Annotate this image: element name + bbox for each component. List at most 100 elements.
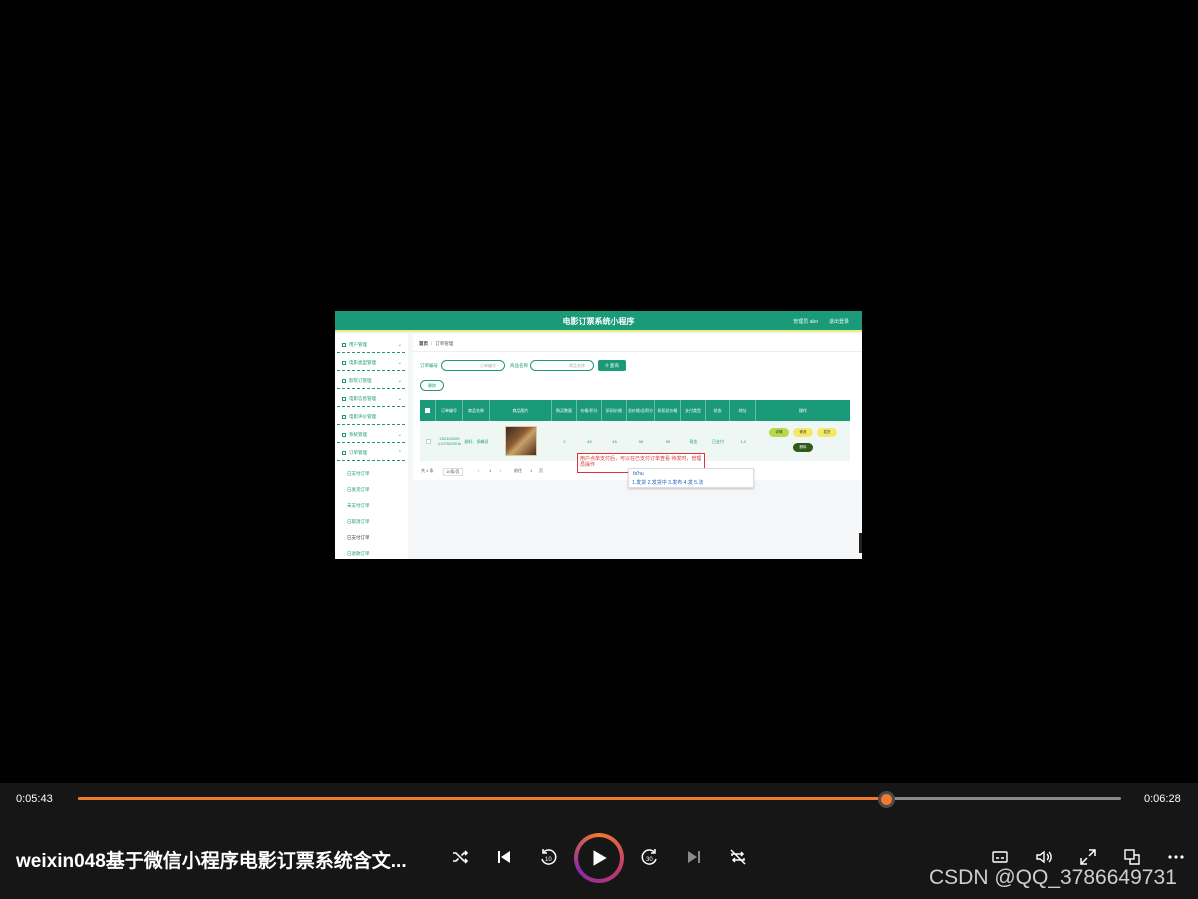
detail-button[interactable]: 详情 <box>769 428 789 437</box>
seek-bar[interactable] <box>78 797 1121 800</box>
product-name-label: 商品名称 <box>510 363 528 368</box>
search-button-label: 查询 <box>609 363 619 368</box>
movie-poster-image <box>505 426 537 456</box>
sidebar-item-label: 用户管理 <box>349 342 367 347</box>
cell-product-image <box>490 421 552 461</box>
cell-product-name: 剧好、多峰员 <box>464 438 489 444</box>
sidebar-subitem[interactable]: 已支付订单 <box>347 471 370 477</box>
cell-quantity: 2 <box>563 438 566 444</box>
delete-button[interactable]: 删除 <box>420 380 444 391</box>
sidebar-item-reviews[interactable]: 电影评价管理 <box>337 409 405 425</box>
breadcrumb-current: 订单管理 <box>435 341 454 346</box>
scrollbar-handle[interactable] <box>859 533 862 553</box>
page-size-select[interactable]: 10条/页 <box>443 468 463 476</box>
goto-page-input[interactable]: 1 <box>530 468 532 473</box>
sidebar-subitem[interactable]: 已发货订单 <box>347 487 370 493</box>
sidebar-item-cinemas[interactable]: 影院订管理 ⌄ <box>337 373 405 389</box>
sidebar-item-movies[interactable]: 电影信息管理 ⌄ <box>337 391 405 407</box>
column-header: 购买数量 <box>552 400 577 421</box>
video-frame: 电影订票系统小程序 管理员 abo 退出登录 用户管理 ⌄ 电影类型管理 ⌄ 影院订… <box>335 311 862 559</box>
user-info: 管理员 abo <box>793 319 818 325</box>
watermark: CSDN @QQ_3786649731 <box>929 866 1177 889</box>
play-icon <box>593 850 607 866</box>
menu-icon <box>342 415 346 419</box>
forward-30-label: 30 <box>646 857 653 863</box>
sidebar-subitem[interactable]: 已取消订单 <box>347 519 370 525</box>
video-title: weixin048基于微信小程序电影订票系统含文... <box>16 851 407 872</box>
sidebar-item-label: 影院订管理 <box>349 378 372 383</box>
sidebar-subitem[interactable]: 已退款订单 <box>347 551 370 557</box>
menu-icon <box>342 343 346 347</box>
prev-page-icon[interactable]: ‹ <box>478 468 479 473</box>
ship-button[interactable]: 发货 <box>817 428 837 437</box>
search-button[interactable]: ⚲ 查询 <box>598 360 626 371</box>
ime-candidate[interactable]: 4.发 <box>684 480 693 486</box>
breadcrumb-separator: / <box>431 341 433 346</box>
sidebar-item-system[interactable]: 系统管理 ⌄ <box>337 427 405 443</box>
previous-icon[interactable] <box>492 845 516 869</box>
sidebar: 用户管理 ⌄ 电影类型管理 ⌄ 影院订管理 ⌄ 电影信息管理 ⌄ 电影评价管理 系统管理… <box>335 334 408 559</box>
column-header: 操作 <box>799 408 807 413</box>
cell-order-no: 2021/02/09 1:07/02/09 fs <box>437 436 462 446</box>
app-header: 电影订票系统小程序 管理员 abo 退出登录 <box>335 311 862 332</box>
app-title: 电影订票系统小程序 <box>562 317 635 326</box>
select-all-checkbox[interactable] <box>420 400 436 421</box>
breadcrumb-home[interactable]: 首页 <box>419 341 428 346</box>
cell-status: 已支付 <box>712 438 724 444</box>
ime-pinyin: fa'hu <box>633 471 644 477</box>
sidebar-item-label: 电影信息管理 <box>349 396 376 401</box>
ime-candidates[interactable]: 1.发货 2.发货中 3.发布 4.发 5.法 <box>632 479 703 486</box>
order-no-label: 订单编号 <box>420 363 438 368</box>
sidebar-subitem-active[interactable]: 已支付订单 <box>347 535 370 541</box>
next-icon[interactable] <box>682 845 706 869</box>
ime-candidate[interactable]: 1.发货 <box>632 480 646 486</box>
sidebar-item-label: 订单管理 <box>349 450 367 455</box>
sidebar-item-label: 电影类型管理 <box>349 360 376 365</box>
forward-30-icon[interactable]: 30 <box>638 845 662 869</box>
column-header: 商品名称 <box>463 400 490 421</box>
sidebar-item-users[interactable]: 用户管理 ⌄ <box>337 337 405 353</box>
menu-icon <box>342 397 346 401</box>
sidebar-item-orders[interactable]: 订单管理 ⌃ <box>337 445 405 461</box>
column-header: 状态 <box>706 400 730 421</box>
chevron-down-icon: ⌄ <box>397 432 402 438</box>
column-header: 总价格/总积分 <box>627 400 655 421</box>
menu-icon <box>342 433 346 437</box>
elapsed-time: 0:05:43 <box>16 793 53 805</box>
ime-candidate[interactable]: 5.法 <box>694 480 703 486</box>
sidebar-subitem[interactable]: 未支付订单 <box>347 503 370 509</box>
content-background <box>413 480 862 559</box>
play-button[interactable] <box>574 833 624 883</box>
seek-bar-progress <box>78 797 887 800</box>
repeat-off-icon[interactable] <box>726 845 750 869</box>
ime-candidate[interactable]: 3.发布 <box>668 480 682 486</box>
column-header: 地址 <box>730 400 756 421</box>
row-delete-button[interactable]: 删除 <box>793 443 813 452</box>
chevron-down-icon: ⌄ <box>397 342 402 348</box>
goto-suffix: 页 <box>539 468 543 473</box>
rewind-10-label: 10 <box>545 857 552 863</box>
order-no-input[interactable]: 订单编号 <box>441 360 505 371</box>
breadcrumb: 首页 / 订单管理 <box>419 341 453 347</box>
column-header: 价格/积分 <box>577 400 602 421</box>
sidebar-item-movie-types[interactable]: 电影类型管理 ⌄ <box>337 355 405 371</box>
ime-candidate[interactable]: 2.发货中 <box>648 480 667 486</box>
row-checkbox[interactable] <box>420 421 436 461</box>
divider <box>413 351 862 352</box>
column-header: 订单编号 <box>436 400 463 421</box>
rewind-10-icon[interactable]: 10 <box>536 845 560 869</box>
page-number[interactable]: 1 <box>489 468 491 473</box>
product-name-input[interactable]: 商品名称 <box>530 360 594 371</box>
shuffle-icon[interactable] <box>448 845 472 869</box>
column-header: 折扣价格 <box>602 400 627 421</box>
column-header: 折扣总价格 <box>655 400 681 421</box>
chevron-up-icon: ⌃ <box>397 450 402 456</box>
column-header: 支付类型 <box>681 400 706 421</box>
seek-handle[interactable] <box>877 791 895 808</box>
chevron-down-icon: ⌄ <box>397 378 402 384</box>
menu-icon <box>342 451 346 455</box>
next-page-icon[interactable]: › <box>500 468 501 473</box>
edit-button[interactable]: 修改 <box>793 428 813 437</box>
menu-icon <box>342 379 346 383</box>
logout-link[interactable]: 退出登录 <box>829 318 849 325</box>
